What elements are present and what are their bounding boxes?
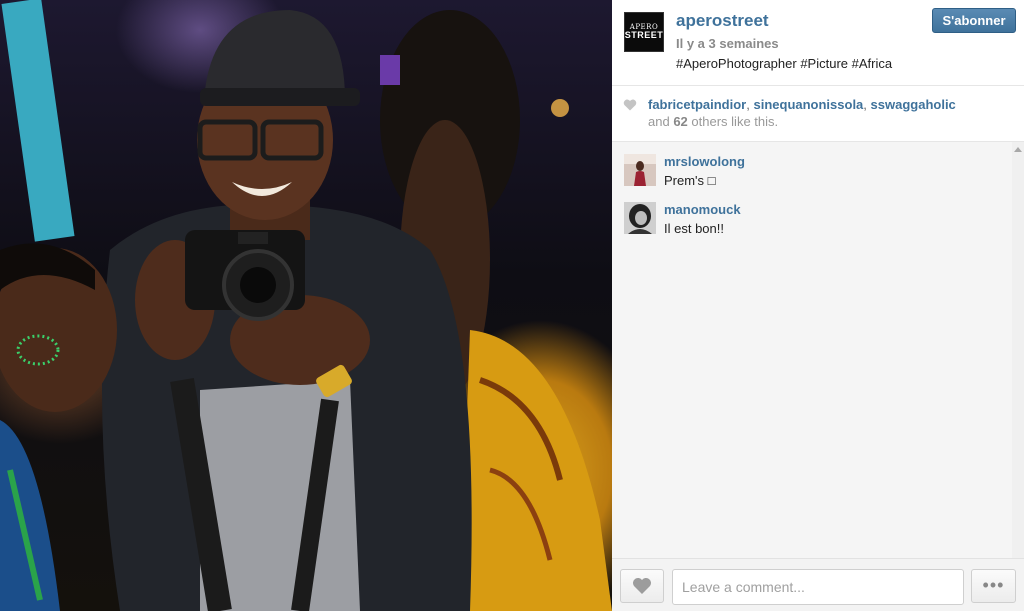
comment-avatar[interactable] xyxy=(624,154,656,186)
likes-section: fabricetpaindior, sinequanonissola, sswa… xyxy=(612,86,1024,142)
comment-input[interactable] xyxy=(672,569,964,605)
heart-icon xyxy=(633,578,651,594)
comment-avatar[interactable] xyxy=(624,202,656,234)
scroll-up-arrow-icon[interactable] xyxy=(1014,147,1022,152)
comment-footer: ••• xyxy=(612,558,1024,611)
comment-author[interactable]: manomouck xyxy=(664,202,741,217)
likes-others-count[interactable]: 62 xyxy=(673,114,687,129)
comment-text: Prem's □ xyxy=(664,173,716,188)
avatar-logo-bottom: STREET xyxy=(624,30,664,40)
comment-text: Il est bon!! xyxy=(664,221,724,236)
likes-others-text: and 62 others like this. xyxy=(648,114,778,129)
likers-list: fabricetpaindior, sinequanonissola, sswa… xyxy=(648,97,956,112)
comments-scrollbar[interactable] xyxy=(1012,142,1024,558)
comment-item: mrslowolong Prem's □ xyxy=(624,154,1004,194)
post-header: APERO STREET aperostreet Il y a 3 semain… xyxy=(612,0,1024,86)
comment-author[interactable]: mrslowolong xyxy=(664,154,745,169)
liker-link[interactable]: fabricetpaindior xyxy=(648,97,746,112)
post-details-panel: APERO STREET aperostreet Il y a 3 semain… xyxy=(612,0,1024,611)
likes-others-suffix: others like this. xyxy=(691,114,779,129)
liker-link[interactable]: sinequanonissola xyxy=(753,97,863,112)
like-button[interactable] xyxy=(620,569,664,603)
follow-button[interactable]: S'abonner xyxy=(932,8,1016,33)
more-options-button[interactable]: ••• xyxy=(971,569,1016,603)
heart-icon xyxy=(623,99,637,111)
likes-others-prefix: and xyxy=(648,114,670,129)
post-caption: #AperoPhotographer #Picture #Africa xyxy=(676,56,893,71)
user-avatar[interactable]: APERO STREET xyxy=(624,12,664,52)
liker-link[interactable]: sswaggaholic xyxy=(871,97,956,112)
photo-illustration xyxy=(0,0,612,611)
ellipsis-icon: ••• xyxy=(982,575,1005,595)
post-photo xyxy=(0,0,612,611)
comments-list: mrslowolong Prem's □ manomouck Il est bo… xyxy=(612,142,1024,558)
post-username[interactable]: aperostreet xyxy=(676,11,769,31)
post-timestamp[interactable]: Il y a 3 semaines xyxy=(676,36,779,51)
comment-item: manomouck Il est bon!! xyxy=(624,202,1004,242)
